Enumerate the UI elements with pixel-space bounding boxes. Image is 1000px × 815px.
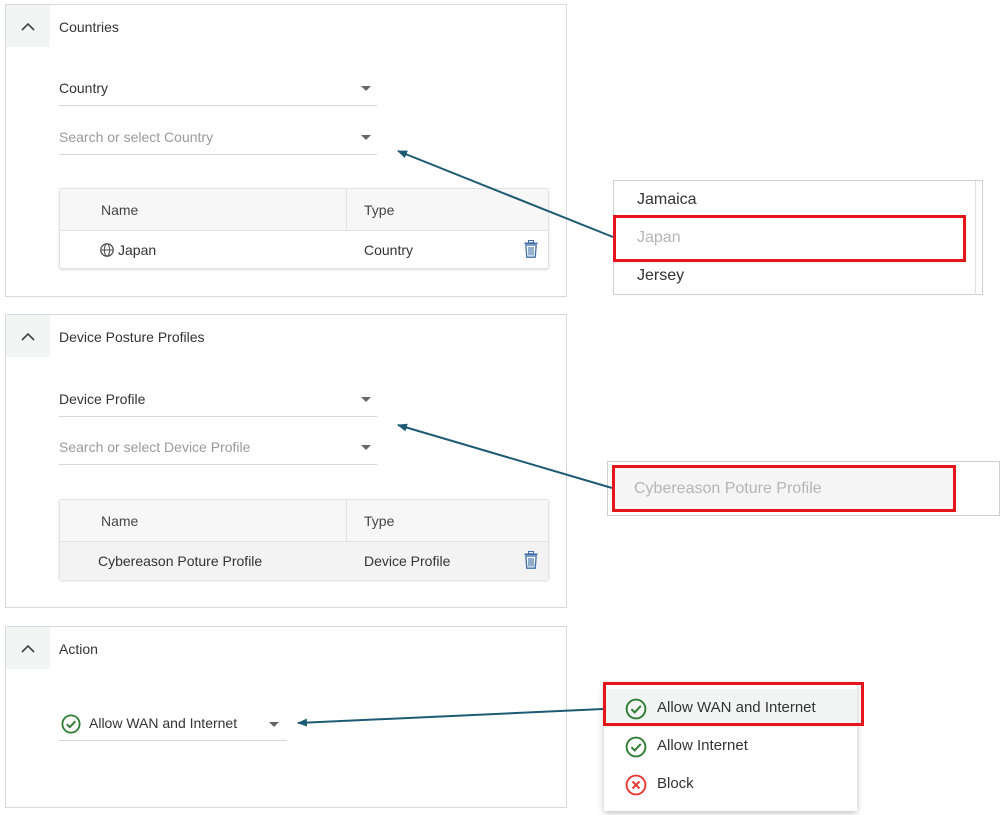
column-header-type[interactable]: Type xyxy=(364,513,394,529)
device-title: Device Posture Profiles xyxy=(59,329,205,345)
action-option-block[interactable]: Block xyxy=(604,765,857,803)
countries-collapse-button[interactable] xyxy=(6,5,50,47)
check-circle-icon xyxy=(61,714,81,734)
action-collapse-button[interactable] xyxy=(6,627,50,669)
column-header-name[interactable]: Name xyxy=(101,202,138,218)
country-type-value: Country xyxy=(59,80,109,96)
country-option-jamaica[interactable]: Jamaica xyxy=(614,181,982,219)
x-circle-icon xyxy=(625,774,647,796)
device-posture-panel: Device Posture Profiles Device Profile S… xyxy=(5,314,567,608)
action-option-allow-wan[interactable]: Allow WAN and Internet xyxy=(604,689,857,727)
country-option-japan: Japan xyxy=(614,219,982,257)
option-label: Allow WAN and Internet xyxy=(657,699,816,716)
caret-down-icon xyxy=(361,135,371,140)
countries-table: Name Type Japan Country xyxy=(59,188,549,269)
table-header: Name Type xyxy=(60,189,548,231)
check-circle-icon xyxy=(625,698,647,720)
countries-title: Countries xyxy=(59,19,119,35)
chevron-up-icon xyxy=(21,644,35,653)
country-type-select[interactable]: Country xyxy=(59,72,377,106)
column-divider xyxy=(346,500,347,542)
table-header: Name Type xyxy=(60,500,548,542)
column-divider xyxy=(346,189,347,231)
caret-down-icon xyxy=(361,397,371,402)
caret-down-icon xyxy=(361,86,371,91)
column-header-type[interactable]: Type xyxy=(364,202,394,218)
action-panel: Action Allow WAN and Internet xyxy=(5,626,567,808)
scrollbar-track[interactable] xyxy=(975,181,976,295)
country-search-placeholder: Search or select Country xyxy=(59,129,214,145)
action-select[interactable]: Allow WAN and Internet xyxy=(59,707,287,741)
country-search-select[interactable]: Search or select Country xyxy=(59,121,377,155)
country-option-jersey[interactable]: Jersey xyxy=(614,257,982,295)
row-type: Country xyxy=(364,242,414,258)
device-search-select[interactable]: Search or select Device Profile xyxy=(59,431,377,465)
row-name: Cybereason Poture Profile xyxy=(98,553,263,569)
device-dropdown-list: Cybereason Poture Profile xyxy=(607,461,1000,516)
device-table: Name Type Cybereason Poture Profile Devi… xyxy=(59,499,549,580)
device-option-cybereason: Cybereason Poture Profile xyxy=(614,468,954,510)
action-option-allow-internet[interactable]: Allow Internet xyxy=(604,727,857,765)
country-dropdown-list: Jamaica Japan Jersey xyxy=(613,180,983,295)
row-name: Japan xyxy=(118,242,157,258)
chevron-up-icon xyxy=(21,332,35,341)
trash-icon[interactable] xyxy=(524,551,538,569)
action-selected-value: Allow WAN and Internet xyxy=(89,715,238,731)
countries-panel: Countries Country Search or select Count… xyxy=(5,4,567,297)
caret-down-icon xyxy=(269,722,279,727)
device-collapse-button[interactable] xyxy=(6,315,50,357)
device-type-value: Device Profile xyxy=(59,391,146,407)
option-label: Japan xyxy=(637,229,681,246)
globe-icon xyxy=(100,243,114,257)
device-search-placeholder: Search or select Device Profile xyxy=(59,439,251,455)
row-type: Device Profile xyxy=(364,553,451,569)
device-type-select[interactable]: Device Profile xyxy=(59,383,377,417)
option-label: Cybereason Poture Profile xyxy=(634,480,822,497)
table-row[interactable]: Cybereason Poture Profile Device Profile xyxy=(60,542,548,580)
option-label: Jersey xyxy=(637,267,685,284)
column-header-name[interactable]: Name xyxy=(101,513,138,529)
chevron-up-icon xyxy=(21,22,35,31)
option-label: Block xyxy=(657,775,694,792)
trash-icon[interactable] xyxy=(524,240,538,258)
check-circle-icon xyxy=(625,736,647,758)
table-row[interactable]: Japan Country xyxy=(60,231,548,269)
action-title: Action xyxy=(59,641,98,657)
option-label: Jamaica xyxy=(637,191,697,208)
caret-down-icon xyxy=(361,445,371,450)
action-dropdown-list: Allow WAN and Internet Allow Internet Bl… xyxy=(604,683,857,811)
option-label: Allow Internet xyxy=(657,737,748,754)
